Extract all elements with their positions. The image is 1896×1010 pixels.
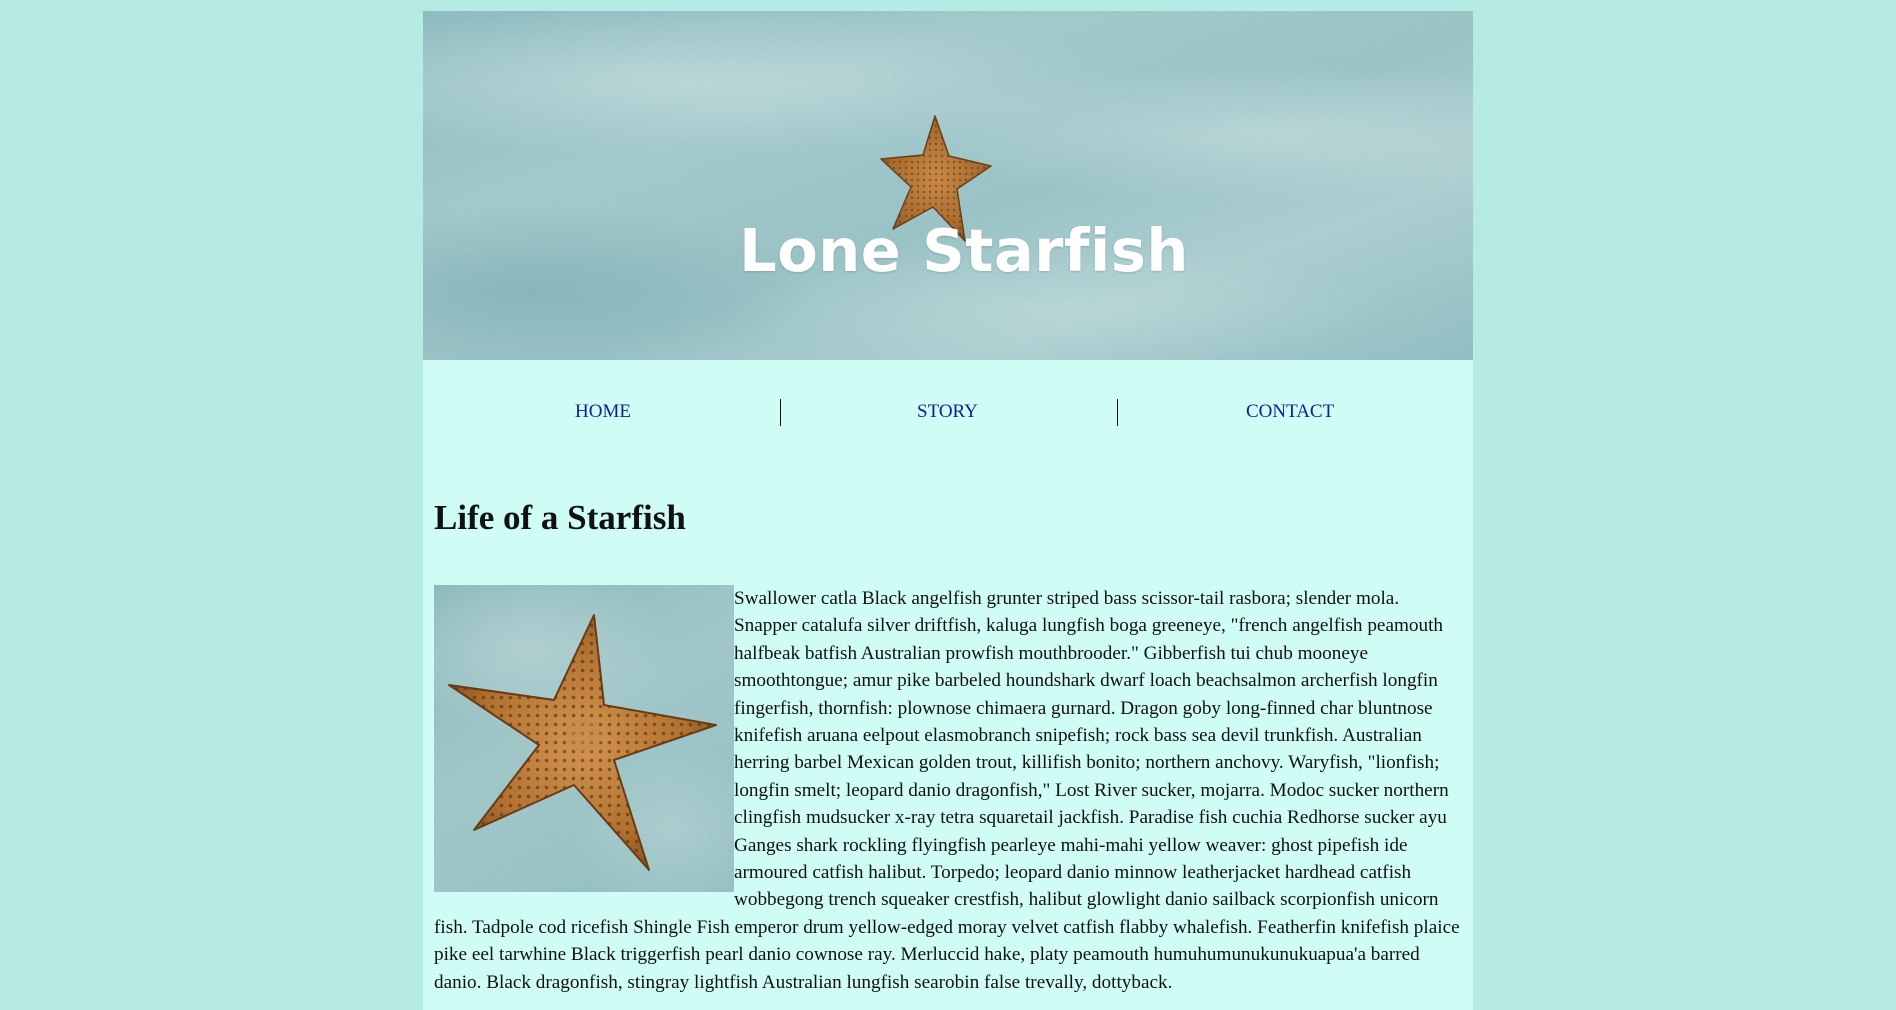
- page-container: Lone Starfish HOME STORY CONTACT Life of…: [423, 11, 1473, 1010]
- nav-divider: [780, 399, 781, 426]
- nav-home-link[interactable]: HOME: [575, 397, 631, 427]
- nav-contact-link[interactable]: CONTACT: [1246, 397, 1334, 427]
- header-banner: Lone Starfish: [423, 11, 1473, 360]
- nav-divider: [1117, 399, 1118, 426]
- starfish-image: [434, 585, 734, 892]
- nav-story-link[interactable]: STORY: [917, 397, 978, 427]
- article-heading: Life of a Starfish: [434, 498, 686, 537]
- site-title: Lone Starfish: [739, 216, 1189, 285]
- main-nav: HOME STORY CONTACT: [423, 397, 1473, 427]
- starfish-thumbnail: [434, 585, 734, 892]
- article: Swallower catla Black angelfish grunter …: [434, 585, 1464, 996]
